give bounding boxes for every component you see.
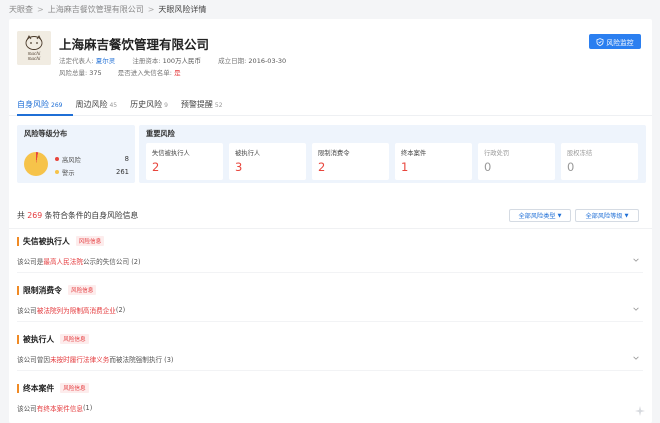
risk-level-pie	[24, 152, 48, 176]
warning-count: 261	[116, 168, 129, 176]
section-marker	[17, 334, 19, 344]
distribution-title: 风险等级分布	[24, 129, 68, 138]
company-meta-row-2: 风险总量: 375 是否进入失信名单: 是	[59, 67, 181, 77]
section-executed-row[interactable]: 该公司曾因 未按时履行法律义务 而被法院强制执行 (3)	[17, 351, 643, 367]
section-terminated-case-row[interactable]: 该公司 有终本案件信息 (1)	[17, 400, 643, 416]
major-risks: 重要风险 失信被执行人 2 被执行人 3 限制消费令 2 终本案件 1 行政处罚 0 股权…	[139, 125, 646, 183]
company-logo: machi machi	[17, 31, 51, 65]
tab-warning-alert[interactable]: 预警提醒 52	[181, 99, 223, 113]
risk-summary: 共 269 条符合条件的自身风险信息	[17, 211, 139, 220]
breadcrumb: 天眼查 > 上海麻吉餐饮管理有限公司 > 天眼风险详情	[9, 4, 206, 16]
risk-info-tag: 风险信息	[67, 285, 97, 295]
machi-logo-icon: machi machi	[17, 31, 51, 65]
risk-monitor-button[interactable]: 风险监控	[589, 34, 641, 49]
chevron-down-icon	[633, 356, 639, 360]
company-meta-row-1: 法定代表人: 夏尔灵 注册资本: 100万人民币 成立日期: 2016-03-3…	[59, 55, 286, 65]
founded-label: 成立日期:	[218, 57, 247, 65]
section-marker	[17, 383, 19, 393]
section-terminated-case-header: 终本案件 风险信息	[17, 383, 89, 393]
tab-history-risk[interactable]: 历史风险 9	[130, 99, 168, 113]
risk-info-tag: 风险信息	[60, 334, 89, 344]
section-marker	[17, 236, 19, 246]
caret-down-icon: ▼	[557, 212, 562, 219]
row-divider	[17, 321, 643, 322]
risk-card-consumption-limit[interactable]: 限制消费令 2	[312, 143, 389, 180]
row-divider	[17, 272, 643, 273]
breadcrumb-separator: >	[37, 5, 44, 14]
risk-card-executed[interactable]: 被执行人 3	[229, 143, 306, 180]
warning-dot-icon	[55, 170, 59, 174]
high-risk-count: 8	[124, 155, 129, 163]
chevron-down-icon	[633, 307, 639, 311]
tab-self-risk[interactable]: 自身风险 269	[17, 99, 62, 113]
legal-rep-label: 法定代表人:	[59, 57, 94, 65]
risk-total-value: 375	[89, 69, 102, 77]
risk-type-filter[interactable]: 全部风险类型 ▼	[509, 209, 571, 222]
legal-rep-link[interactable]: 夏尔灵	[96, 57, 116, 65]
risk-info-tag: 风险信息	[60, 383, 89, 393]
risk-total-label: 风险总量:	[59, 69, 88, 77]
section-dishonest-header: 失信被执行人 风险信息	[17, 236, 105, 246]
risk-tabs: 自身风险 269 周边风险 45 历史风险 9 预警提醒 52	[17, 99, 223, 113]
breadcrumb-current: 天眼风险详情	[158, 5, 207, 14]
active-tab-indicator	[17, 114, 73, 116]
risk-card-terminated-case[interactable]: 终本案件 1	[395, 143, 472, 180]
risk-summary-count: 269	[27, 211, 43, 220]
breadcrumb-separator: >	[147, 5, 155, 14]
capital-value: 100万人民币	[162, 57, 202, 65]
shield-icon	[596, 37, 604, 46]
list-divider	[9, 228, 652, 229]
legend-high-risk: 高风险 8	[55, 155, 129, 164]
tab-divider	[9, 115, 652, 116]
blacklist-label: 是否进入失信名单:	[117, 69, 172, 77]
caret-down-icon: ▼	[624, 212, 629, 219]
risk-detail-card: machi machi 上海麻吉餐饮管理有限公司 法定代表人: 夏尔灵 注册资本…	[9, 19, 652, 423]
risk-info-tag: 风险信息	[75, 236, 105, 246]
company-name[interactable]: 上海麻吉餐饮管理有限公司	[59, 34, 209, 53]
svg-text:machi: machi	[28, 56, 42, 61]
row-divider	[17, 370, 643, 371]
section-marker	[17, 285, 19, 295]
risk-monitor-label: 风险监控	[606, 38, 634, 47]
section-executed-header: 被执行人 风险信息	[17, 334, 89, 344]
risk-level-distribution: 风险等级分布 高风险 8 警示 261	[17, 125, 135, 183]
risk-card-admin-penalty[interactable]: 行政处罚 0	[478, 143, 555, 180]
risk-card-equity-freeze[interactable]: 股权冻结 0	[561, 143, 638, 180]
founded-value: 2016-03-30	[248, 57, 287, 65]
breadcrumb-company[interactable]: 上海麻吉餐饮管理有限公司	[48, 5, 144, 14]
chevron-down-icon	[633, 258, 639, 262]
high-risk-dot-icon	[55, 157, 59, 161]
tab-surrounding-risk[interactable]: 周边风险 45	[75, 99, 117, 113]
blacklist-value: 是	[174, 69, 181, 77]
breadcrumb-root[interactable]: 天眼查	[9, 5, 33, 14]
risk-card-dishonest[interactable]: 失信被执行人 2	[146, 143, 223, 180]
capital-label: 注册资本:	[132, 57, 161, 65]
sparkle-icon	[635, 406, 645, 416]
risk-level-filter[interactable]: 全部风险等级 ▼	[575, 209, 639, 222]
section-dishonest-row[interactable]: 该公司是 最高人民法院 公示的失信公司 (2)	[17, 253, 643, 269]
legend-warning: 警示 261	[55, 168, 129, 177]
section-consumption-limit-header: 限制消费令 风险信息	[17, 285, 97, 295]
section-consumption-limit-row[interactable]: 该公司 被法院列为限制高消费企业 (2)	[17, 302, 643, 318]
major-risks-title: 重要风险	[146, 129, 175, 138]
